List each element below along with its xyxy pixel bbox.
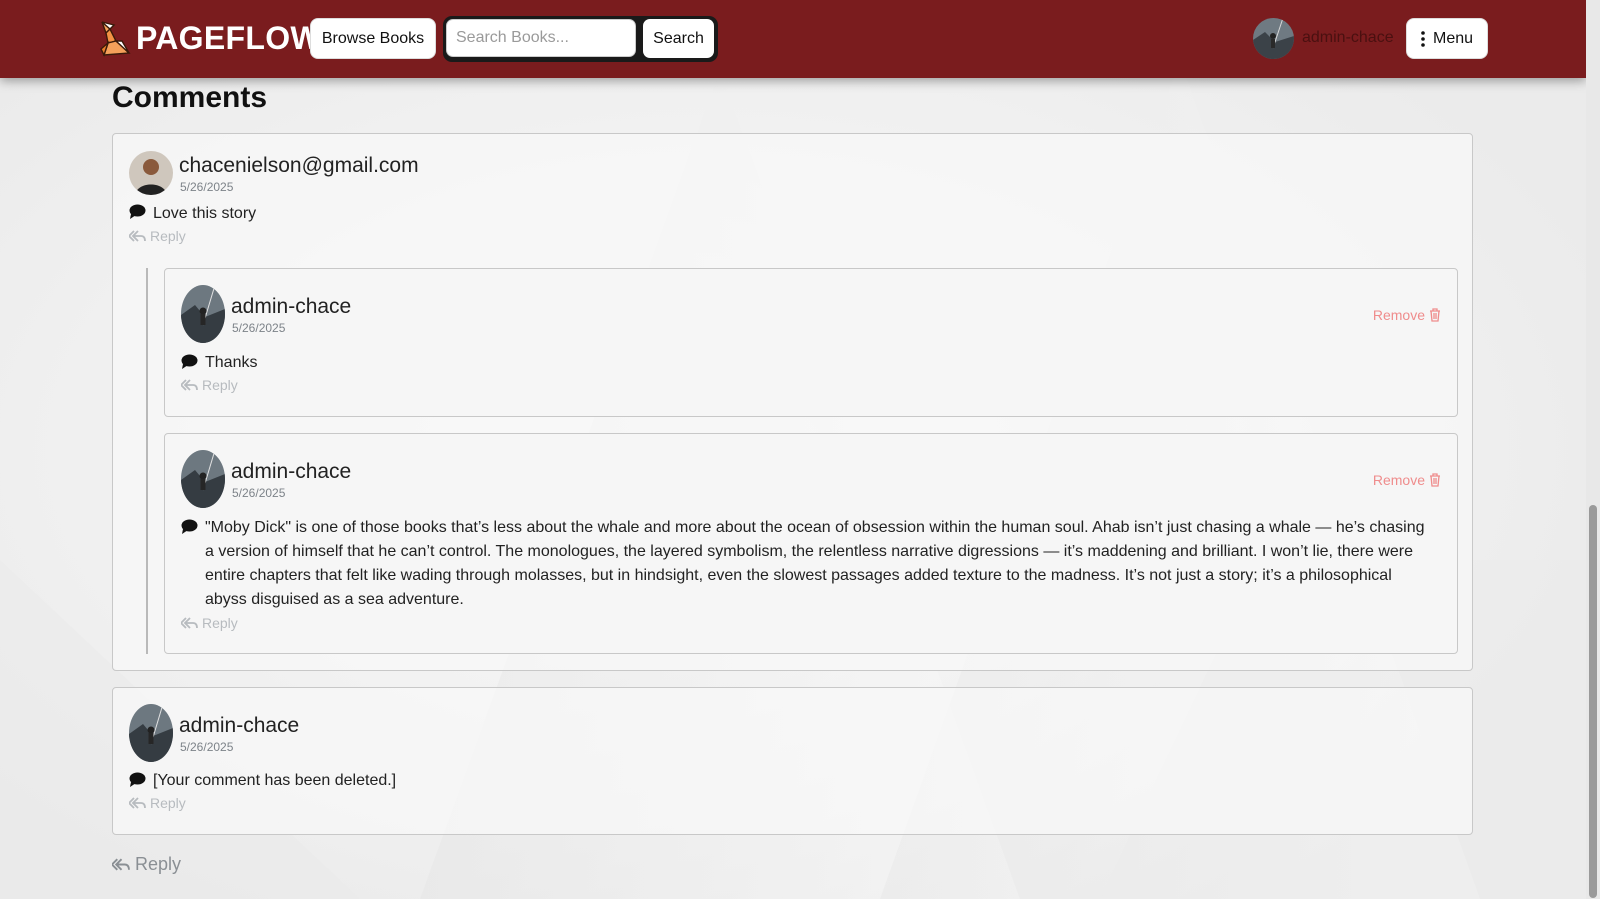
- reply-card: admin-chace 5/26/2025 Remove Thanks Repl…: [164, 268, 1458, 417]
- comment-date: 5/26/2025: [232, 486, 286, 500]
- thread-connector-line: [146, 268, 148, 654]
- reply-label: Reply: [150, 795, 186, 811]
- commenter-avatar[interactable]: [181, 450, 225, 508]
- reply-all-icon: [129, 230, 146, 242]
- comment-bubble-icon: [181, 519, 198, 534]
- comment-author[interactable]: admin-chace: [231, 460, 351, 484]
- remove-button[interactable]: Remove: [1373, 472, 1441, 488]
- reply-all-icon: [129, 797, 146, 809]
- commenter-avatar[interactable]: [129, 704, 173, 762]
- comments-heading: Comments: [112, 81, 268, 114]
- brand-name: PAGEFLOW: [136, 19, 321, 56]
- comment-author[interactable]: admin-chace: [231, 295, 351, 319]
- commenter-avatar[interactable]: [181, 285, 225, 343]
- remove-label: Remove: [1372, 307, 1425, 323]
- reply-button[interactable]: Reply: [129, 228, 186, 244]
- comment-date: 5/26/2025: [232, 321, 286, 335]
- top-navbar: PAGEFLOW Browse Books Search admin-chace…: [0, 0, 1586, 78]
- kebab-menu-icon: [1421, 30, 1425, 47]
- remove-button[interactable]: Remove: [1373, 307, 1441, 323]
- comment-bubble-icon: [129, 204, 146, 219]
- comment-date: 5/26/2025: [180, 180, 234, 194]
- avatar-photo: [181, 450, 225, 508]
- browse-books-button[interactable]: Browse Books: [310, 18, 436, 59]
- reply-button[interactable]: Reply: [129, 795, 186, 811]
- avatar-photo: [129, 704, 173, 762]
- comment-author[interactable]: chacenielson@gmail.com: [179, 154, 419, 178]
- comment-bubble-icon: [181, 354, 198, 369]
- trash-icon: [1430, 473, 1440, 487]
- reply-button[interactable]: Reply: [181, 377, 238, 393]
- comment-date: 5/26/2025: [180, 740, 234, 754]
- reply-card: admin-chace 5/26/2025 Remove "Moby Dick"…: [164, 433, 1458, 654]
- comment-text: [Your comment has been deleted.]: [153, 772, 397, 789]
- avatar-photo: [1253, 18, 1294, 59]
- comment-thread-card: chacenielson@gmail.com 5/26/2025 Love th…: [112, 133, 1473, 671]
- comment-text: "Moby Dick" is one of those books that’s…: [205, 519, 1425, 608]
- add-reply-button[interactable]: Reply: [112, 854, 181, 875]
- search-button[interactable]: Search: [643, 19, 714, 58]
- menu-button[interactable]: Menu: [1406, 18, 1488, 59]
- search-input[interactable]: [446, 19, 636, 57]
- brand-link[interactable]: PAGEFLOW: [98, 19, 321, 57]
- reply-label: Reply: [135, 854, 182, 874]
- nav-username[interactable]: admin-chace: [1302, 29, 1394, 47]
- user-avatar[interactable]: [1253, 18, 1294, 59]
- avatar-photo: [129, 151, 173, 195]
- reply-all-icon: [112, 858, 130, 871]
- remove-label: Remove: [1372, 472, 1425, 488]
- reply-label: Reply: [150, 228, 186, 244]
- reply-all-icon: [181, 379, 198, 391]
- avatar-photo: [181, 285, 225, 343]
- comment-card: admin-chace 5/26/2025 [Your comment has …: [112, 687, 1473, 835]
- reply-button[interactable]: Reply: [181, 615, 238, 631]
- trash-icon: [1430, 308, 1440, 322]
- reply-all-icon: [181, 617, 198, 629]
- comment-bubble-icon: [129, 772, 146, 787]
- search-form: Search: [443, 16, 718, 62]
- fox-logo-icon: [100, 21, 131, 57]
- comment-text: Thanks: [205, 354, 258, 371]
- browser-viewport: PAGEFLOW Browse Books Search admin-chace…: [0, 0, 1586, 899]
- comment-text: Love this story: [153, 205, 257, 222]
- menu-label: Menu: [1432, 29, 1474, 47]
- reply-label: Reply: [202, 615, 238, 631]
- reply-label: Reply: [202, 377, 238, 393]
- comment-author[interactable]: admin-chace: [179, 714, 299, 738]
- scrollbar-thumb[interactable]: [1589, 505, 1597, 898]
- commenter-avatar[interactable]: [129, 151, 173, 195]
